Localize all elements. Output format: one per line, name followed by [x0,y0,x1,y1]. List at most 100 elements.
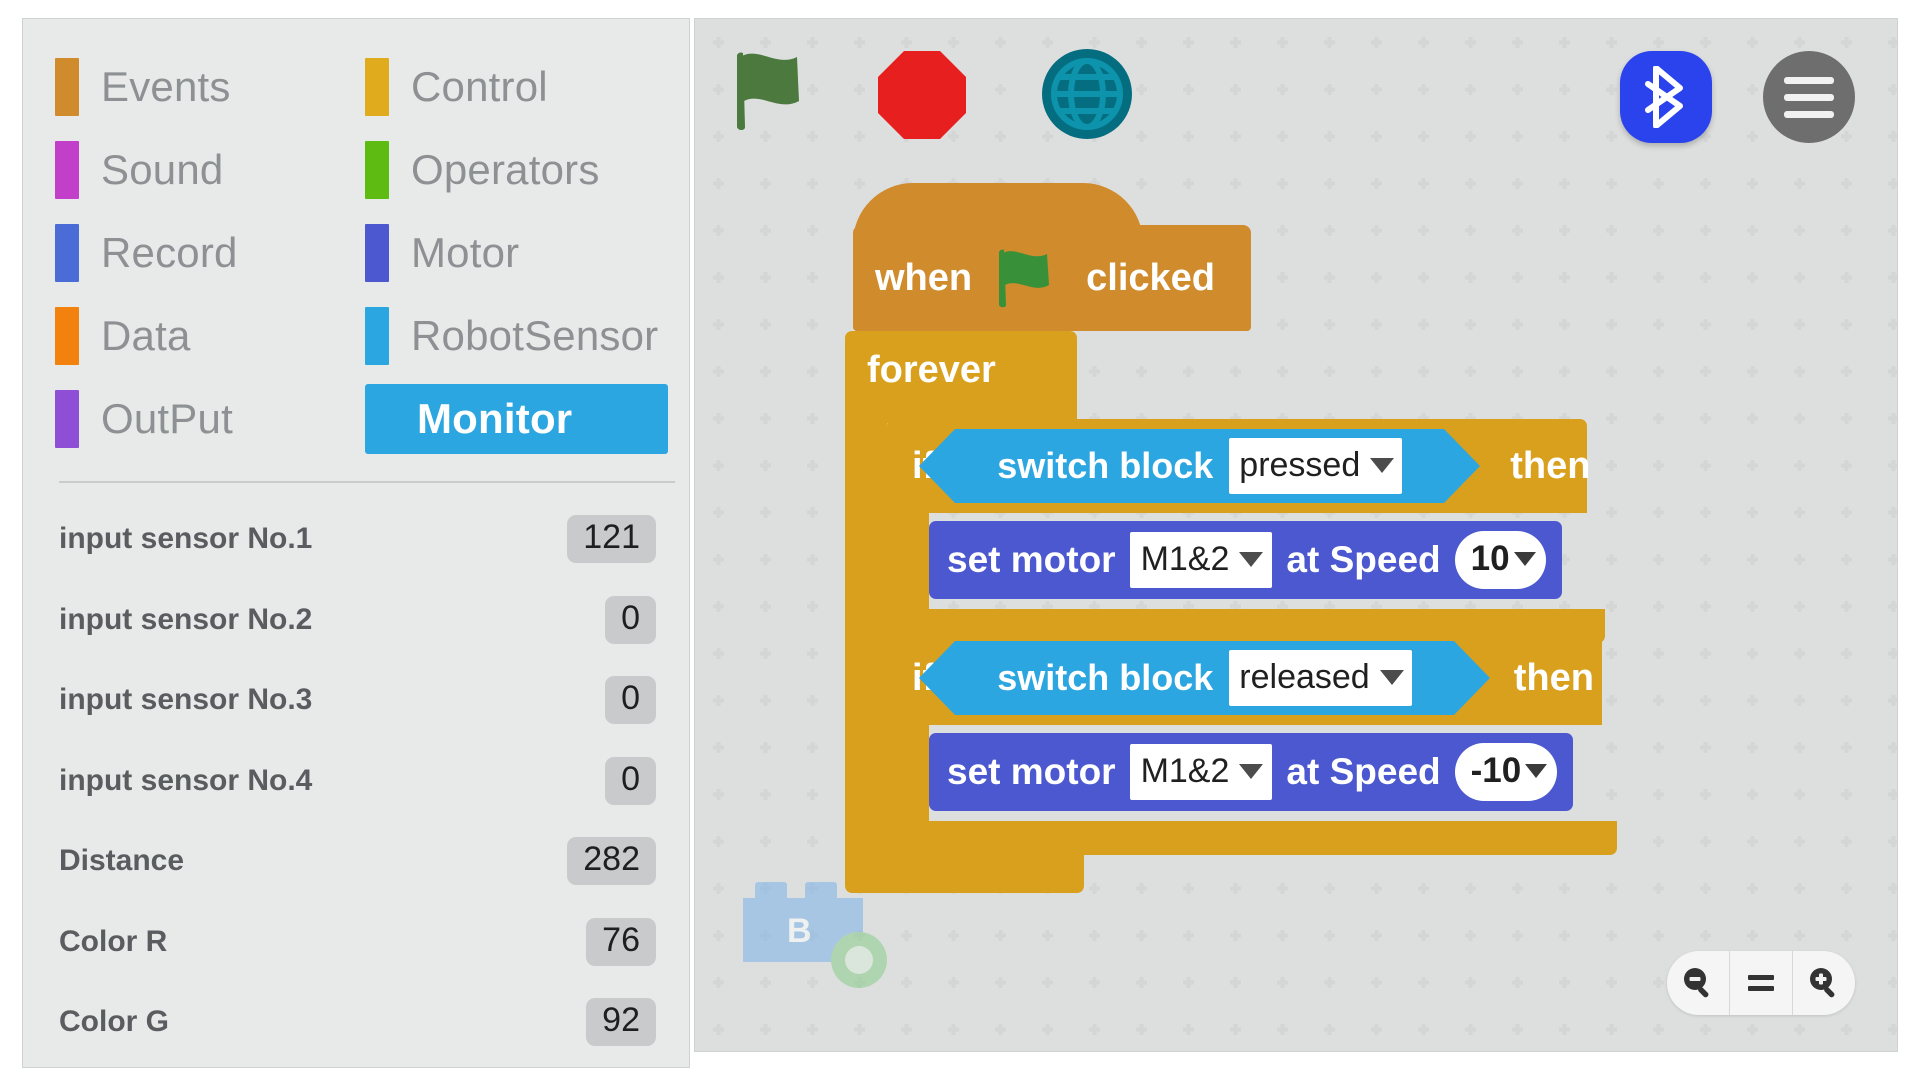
switch-state-value: released [1239,657,1370,696]
clicked-label: clicked [1086,257,1215,299]
monitor-row: input sensor No.3 0 [23,660,689,741]
zoom-reset-button[interactable] [1730,951,1792,1015]
panel-divider [59,481,675,483]
category-item-robotsensor[interactable]: RobotSensor [365,294,675,377]
set-motor-speed-block[interactable]: set motor M1&2 at Speed -10 [929,733,1574,811]
speed-value: 10 [1470,539,1510,578]
monitor-name: input sensor No.2 [59,602,313,636]
category-label: Data [101,311,191,359]
monitor-value-badge: 0 [605,595,656,644]
monitor-value-badge: 282 [567,837,656,886]
speed-value-dropdown[interactable]: 10 [1454,531,1546,589]
category-item-output[interactable]: OutPut [55,377,365,460]
switch-state-value: pressed [1239,445,1361,484]
zoom-in-button[interactable] [1793,951,1855,1015]
category-item-motor[interactable]: Motor [365,211,675,294]
category-item-record[interactable]: Record [55,211,365,294]
forever-label: forever [867,349,996,391]
forever-left-arm [845,397,887,871]
monitor-values-list: input sensor No.1 121 input sensor No.2 0 in… [23,499,689,1068]
monitor-row-partial [23,1063,689,1068]
switch-state-dropdown[interactable]: pressed [1229,438,1403,494]
green-flag-icon[interactable] [721,45,817,141]
category-item-sound[interactable]: Sound [55,128,365,211]
category-color-swatch [55,140,79,199]
motor-select-dropdown[interactable]: M1&2 [1129,532,1273,588]
monitor-row: input sensor No.4 0 [23,741,689,822]
category-label: Operators [411,145,600,193]
menu-icon[interactable] [1763,51,1855,143]
green-flag-inline-icon [999,249,1050,308]
switch-block-label: switch block [997,657,1214,698]
if-block-row: if switch block released then [912,631,1594,725]
switch-state-dropdown[interactable]: released [1229,650,1412,706]
monitor-value-badge: 0 [605,756,656,805]
zoom-out-icon [1684,968,1709,998]
bluetooth-icon[interactable] [1620,51,1712,143]
chevron-down-icon [1239,763,1264,779]
monitor-row: input sensor No.1 121 [23,499,689,580]
speed-value-dropdown[interactable]: -10 [1454,743,1558,801]
speed-value: -10 [1470,751,1522,790]
script-canvas[interactable]: when clicked forever if [694,18,1898,1052]
stop-sign-icon[interactable] [878,51,966,139]
monitor-name: Color R [59,924,168,958]
then-label: then [1510,445,1591,487]
category-label: Motor [411,228,520,276]
sprite-letter: B [787,912,812,950]
category-grid: Events Control Sound Operators Record Motor Da… [55,45,675,460]
zoom-out-button[interactable] [1667,951,1729,1015]
block-palette-panel: Events Control Sound Operators Record Motor Da… [22,18,690,1068]
category-color-swatch [365,57,389,116]
chevron-down-icon [1379,669,1404,685]
when-label: when [875,257,973,299]
category-color-swatch [365,140,389,199]
set-motor-prefix: set motor [947,751,1116,792]
motor-select-value: M1&2 [1140,751,1230,790]
monitor-row: Color G 92 [23,982,689,1063]
when-flag-clicked-block[interactable]: when clicked [853,183,1251,331]
chevron-down-icon [1239,551,1264,567]
category-item-control[interactable]: Control [365,45,675,128]
at-speed-label: at Speed [1286,751,1441,792]
category-color-swatch [365,306,389,365]
category-color-swatch [55,389,79,448]
app-root: Events Control Sound Operators Record Motor Da… [0,0,1920,1080]
robot-sprite-icon[interactable]: B [743,874,893,988]
if-block-foot [887,821,1617,855]
category-color-swatch [55,57,79,116]
wheel-icon [831,932,887,988]
monitor-value-badge: 76 [586,917,656,966]
zoom-in-icon [1810,968,1835,998]
monitor-name: input sensor No.1 [59,522,313,556]
category-label: Control [411,62,548,110]
globe-icon[interactable] [1042,49,1132,139]
forever-block[interactable]: forever [845,331,1077,423]
chevron-down-icon [1525,764,1548,778]
zoom-controls [1667,951,1855,1015]
monitor-value-badge: 121 [567,515,656,564]
monitor-name: Color G [59,1005,169,1039]
category-item-events[interactable]: Events [55,45,365,128]
menu-line-2 [1784,94,1834,101]
zoom-reset-icon [1748,975,1774,991]
monitor-name: input sensor No.4 [59,763,313,797]
switch-block-condition[interactable]: switch block released [919,641,1491,715]
monitor-name: input sensor No.3 [59,683,313,717]
category-item-operators[interactable]: Operators [365,128,675,211]
category-label: Sound [101,145,224,193]
motor-select-dropdown[interactable]: M1&2 [1129,744,1273,800]
motor-select-value: M1&2 [1140,539,1230,578]
monitor-value-badge: 92 [586,998,656,1047]
set-motor-speed-block[interactable]: set motor M1&2 at Speed 10 [929,521,1562,599]
category-label: Events [101,62,231,110]
monitor-name: Distance [59,844,185,878]
if-block-left-arm [887,513,929,609]
switch-block-condition[interactable]: switch block pressed [919,429,1481,503]
category-item-monitor[interactable]: Monitor [365,383,668,454]
category-item-data[interactable]: Data [55,294,365,377]
category-label: OutPut [101,394,233,442]
monitor-row: Color R 76 [23,902,689,983]
menu-line-3 [1784,111,1834,118]
hat-block-content: when clicked [875,225,1215,331]
